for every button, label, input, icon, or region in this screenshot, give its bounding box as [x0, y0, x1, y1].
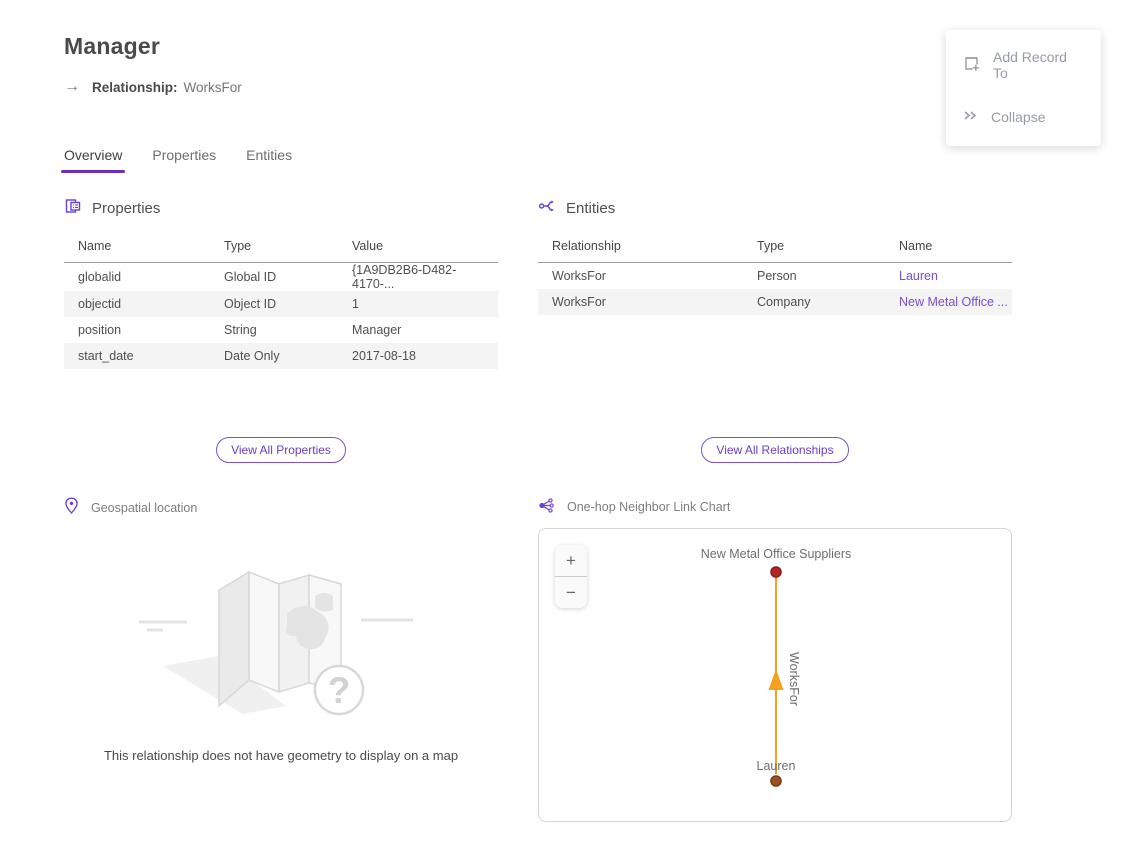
geometry-empty-message: This relationship does not have geometry… [48, 748, 514, 763]
column-header-relationship: Relationship [538, 236, 743, 263]
entities-icon [538, 197, 556, 219]
collapse-icon [962, 107, 979, 127]
column-header-value: Value [338, 236, 498, 263]
property-type: Date Only [210, 343, 338, 369]
tab-overview[interactable]: Overview [64, 145, 122, 173]
table-row: position String Manager [64, 317, 498, 343]
map-zoom-control: + − [555, 545, 587, 608]
node-person[interactable] [771, 776, 781, 786]
map-empty-illustration: ? [64, 558, 498, 733]
entity-type: Company [743, 289, 885, 315]
right-arrow-icon: → [64, 78, 80, 96]
zoom-in-button[interactable]: + [555, 545, 587, 576]
property-name: start_date [64, 343, 210, 369]
edge-label: WorksFor [787, 652, 801, 706]
page-title: Manager [64, 33, 160, 60]
column-header-name: Name [885, 236, 1012, 263]
node-company[interactable] [771, 567, 781, 577]
entity-relationship: WorksFor [538, 263, 743, 289]
property-type: String [210, 317, 338, 343]
entity-relationship: WorksFor [538, 289, 743, 315]
property-type: Global ID [210, 263, 338, 292]
menu-item-label: Add Record To [993, 49, 1085, 81]
svg-text:?: ? [328, 670, 351, 711]
property-value: Manager [338, 317, 498, 343]
link-chart-canvas[interactable]: + − WorksFor New Metal Office Suppliers … [538, 528, 1012, 822]
table-row: objectid Object ID 1 [64, 291, 498, 317]
link-chart-section-header: One-hop Neighbor Link Chart [538, 497, 730, 517]
entities-section-title: Entities [566, 200, 615, 217]
table-row: WorksFor Person Lauren [538, 263, 1012, 289]
entities-table: Relationship Type Name WorksFor Person L… [538, 236, 1012, 315]
geospatial-section-title: Geospatial location [91, 501, 197, 515]
table-row: start_date Date Only 2017-08-18 [64, 343, 498, 369]
table-row: WorksFor Company New Metal Office ... [538, 289, 1012, 315]
entities-section: Entities Relationship Type Name WorksFor… [538, 197, 1012, 315]
node-label-person: Lauren [757, 759, 796, 773]
column-header-type: Type [743, 236, 885, 263]
relationships-button-row: View All Relationships [538, 437, 1012, 463]
entity-name-link[interactable]: New Metal Office ... [899, 295, 1008, 309]
property-value: 2017-08-18 [338, 343, 498, 369]
record-actions-menu: Add Record To Collapse [946, 30, 1101, 146]
property-name: objectid [64, 291, 210, 317]
entity-type: Person [743, 263, 885, 289]
breadcrumb-value: WorksFor [184, 80, 242, 95]
edge-arrowhead [769, 669, 784, 690]
properties-table: Name Type Value globalid Global ID {1A9D… [64, 236, 498, 369]
property-type: Object ID [210, 291, 338, 317]
table-row: globalid Global ID {1A9DB2B6-D482-4170-.… [64, 263, 498, 292]
tab-bar: Overview Properties Entities [64, 145, 292, 173]
link-chart-icon [538, 497, 555, 517]
view-all-relationships-button[interactable]: View All Relationships [701, 437, 848, 463]
link-chart-graph: WorksFor New Metal Office Suppliers Laur… [539, 529, 1011, 821]
menu-item-add-record-to[interactable]: Add Record To [946, 36, 1101, 94]
tab-properties[interactable]: Properties [152, 145, 216, 173]
property-name: globalid [64, 263, 210, 292]
link-chart-section-title: One-hop Neighbor Link Chart [567, 500, 730, 514]
entity-name-link[interactable]: Lauren [899, 269, 938, 283]
column-header-name: Name [64, 236, 210, 263]
breadcrumb-label: Relationship: [92, 80, 178, 95]
breadcrumb: → Relationship: WorksFor [64, 78, 242, 96]
properties-section: Properties Name Type Value globalid Glob… [64, 197, 498, 369]
properties-button-row: View All Properties [64, 437, 498, 463]
properties-icon [64, 197, 82, 219]
node-label-company: New Metal Office Suppliers [701, 547, 852, 561]
property-value: 1 [338, 291, 498, 317]
entities-section-header: Entities [538, 197, 1012, 219]
view-all-properties-button[interactable]: View All Properties [216, 437, 346, 463]
add-record-icon [962, 54, 981, 76]
zoom-out-button[interactable]: − [555, 577, 587, 608]
property-value: {1A9DB2B6-D482-4170-... [338, 263, 498, 292]
properties-section-header: Properties [64, 197, 498, 219]
column-header-type: Type [210, 236, 338, 263]
map-pin-icon [64, 497, 79, 518]
entities-table-header-row: Relationship Type Name [538, 236, 1012, 263]
menu-item-label: Collapse [991, 109, 1045, 125]
property-name: position [64, 317, 210, 343]
record-detail-page: { "page": { "title": "Manager", "breadcr… [0, 0, 1134, 863]
properties-section-title: Properties [92, 200, 160, 217]
properties-table-header-row: Name Type Value [64, 236, 498, 263]
geospatial-section-header: Geospatial location [64, 497, 197, 518]
tab-entities[interactable]: Entities [246, 145, 292, 173]
menu-item-collapse[interactable]: Collapse [946, 94, 1101, 140]
